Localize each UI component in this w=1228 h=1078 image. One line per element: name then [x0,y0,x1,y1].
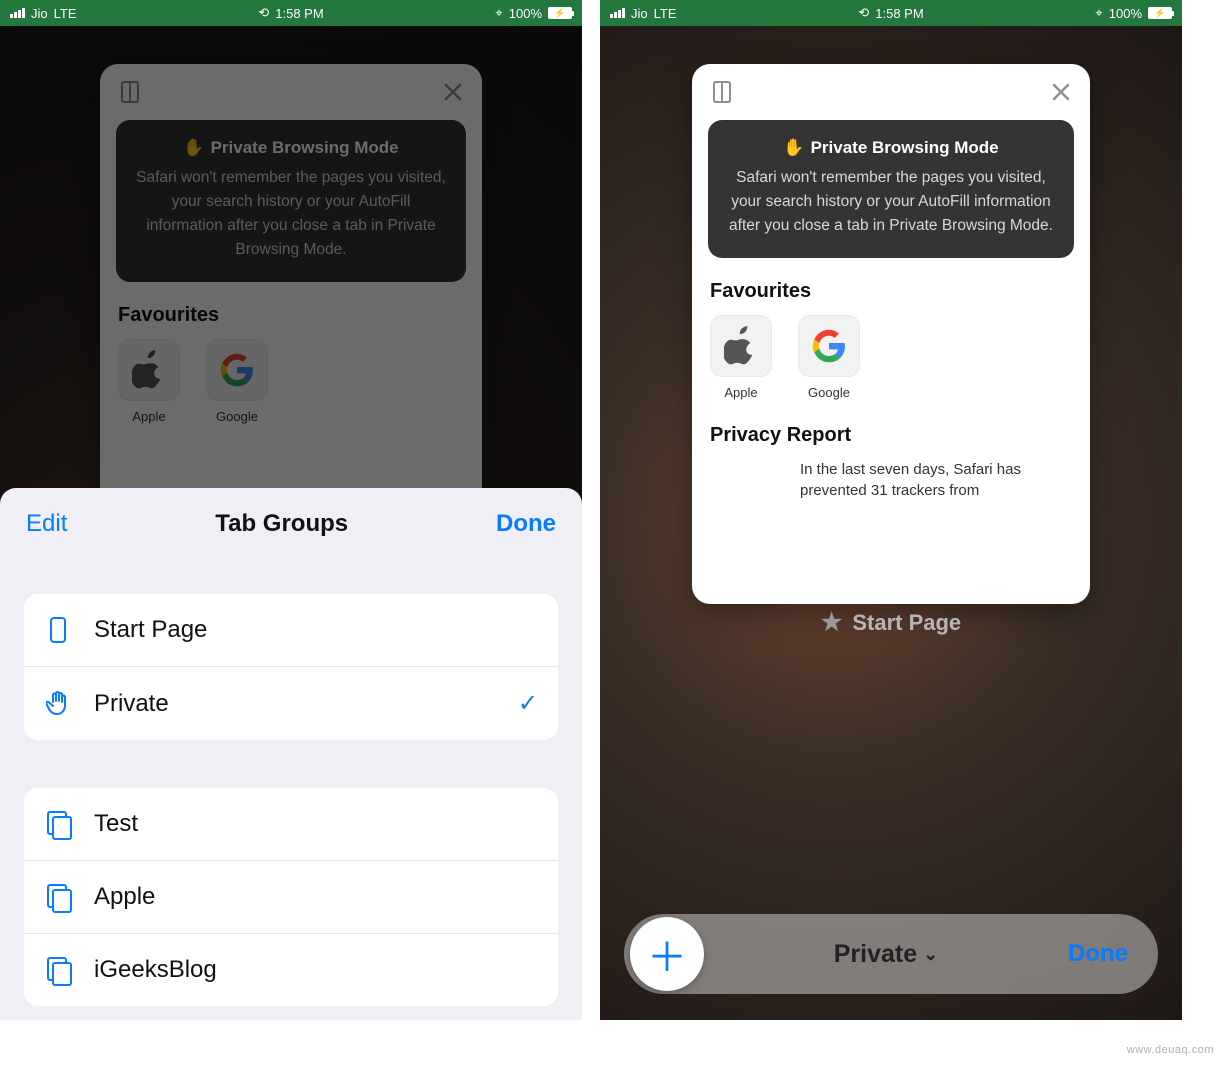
tab-group-icon [47,884,69,910]
favourite-apple[interactable]: Apple [710,315,772,400]
private-mode-description: Safari won't remember the pages you visi… [726,166,1056,238]
tab-group-row-start-page[interactable]: Start Page [24,594,558,667]
chevron-down-icon: ⌄ [923,944,938,965]
clock-label: 1:58 PM [875,6,923,21]
tab-group-icon [47,811,69,837]
battery-icon: ⚡ [548,7,572,19]
favourite-label: Apple [724,385,757,400]
battery-icon: ⚡ [1148,7,1172,19]
tab-group-label: Private [834,940,917,969]
tab-group-row-igeeksblog[interactable]: iGeeksBlog [24,934,558,1006]
checkmark-icon: ✓ [518,689,538,718]
sheet-title: Tab Groups [215,510,348,538]
screenshot-left: Jio LTE ⟲ 1:58 PM ⌖ 100% ⚡ ✋Private Brow… [0,0,582,1020]
tab-group-icon [47,957,69,983]
watermark: www.deuaq.com [1127,1044,1214,1056]
tab-groups-primary-list: Start Page Private ✓ [24,594,558,740]
tab-group-selector[interactable]: Private ⌄ [704,940,1068,969]
phone-icon [50,617,66,643]
hand-icon: ✋ [783,138,804,158]
network-label: LTE [54,6,77,21]
google-icon [798,315,860,377]
clock-label: 1:58 PM [275,6,323,21]
network-label: LTE [654,6,677,21]
close-icon[interactable] [1050,81,1072,103]
signal-icon [610,8,625,18]
privacy-report-heading: Privacy Report [710,424,1072,447]
new-tab-button[interactable]: ＋ [630,917,704,991]
favourite-google[interactable]: Google [798,315,860,400]
tab-overview-toolbar: ＋ Private ⌄ Done [624,914,1158,994]
tab-groups-sheet: Edit Tab Groups Done Start Page Private … [0,488,582,1020]
hotspot-icon: ⟲ [858,5,869,21]
battery-pct-label: 100% [509,6,542,21]
battery-pct-label: 100% [1109,6,1142,21]
row-label: Private [94,690,496,718]
star-icon: ★ [821,608,843,637]
carrier-label: Jio [631,6,648,21]
tab-title: ★ Start Page [600,608,1182,637]
screenshot-right: Jio LTE ⟲ 1:58 PM ⌖ 100% ⚡ ✋ Private Brow… [600,0,1182,1020]
tab-group-row-test[interactable]: Test [24,788,558,861]
row-label: Start Page [94,616,538,644]
location-icon: ⌖ [1095,5,1102,21]
tab-preview-card[interactable]: ✋ Private Browsing Mode Safari won't reme… [692,64,1090,604]
bookmarks-icon[interactable] [710,80,734,104]
done-button[interactable]: Done [496,510,556,538]
location-icon: ⌖ [495,5,502,21]
tab-group-row-apple[interactable]: Apple [24,861,558,934]
row-label: iGeeksBlog [94,956,538,984]
hand-icon [44,690,72,718]
privacy-report-body: In the last seven days, Safari has preve… [710,459,1072,501]
favourites-heading: Favourites [710,280,1072,303]
favourite-label: Google [808,385,850,400]
row-label: Apple [94,883,538,911]
private-browsing-notice: ✋ Private Browsing Mode Safari won't reme… [708,120,1074,258]
edit-button[interactable]: Edit [26,510,67,538]
carrier-label: Jio [31,6,48,21]
hotspot-icon: ⟲ [258,5,269,21]
tab-groups-custom-list: Test Apple iGeeksBlog [24,788,558,1006]
row-label: Test [94,810,538,838]
apple-icon [710,315,772,377]
status-bar: Jio LTE ⟲ 1:58 PM ⌖ 100% ⚡ [600,0,1182,26]
status-bar: Jio LTE ⟲ 1:58 PM ⌖ 100% ⚡ [0,0,582,26]
tab-group-row-private[interactable]: Private ✓ [24,667,558,740]
done-button[interactable]: Done [1068,940,1128,968]
tab-title-label: Start Page [852,610,961,636]
plus-icon: ＋ [647,925,687,983]
private-mode-title: Private Browsing Mode [811,138,999,158]
signal-icon [10,8,25,18]
